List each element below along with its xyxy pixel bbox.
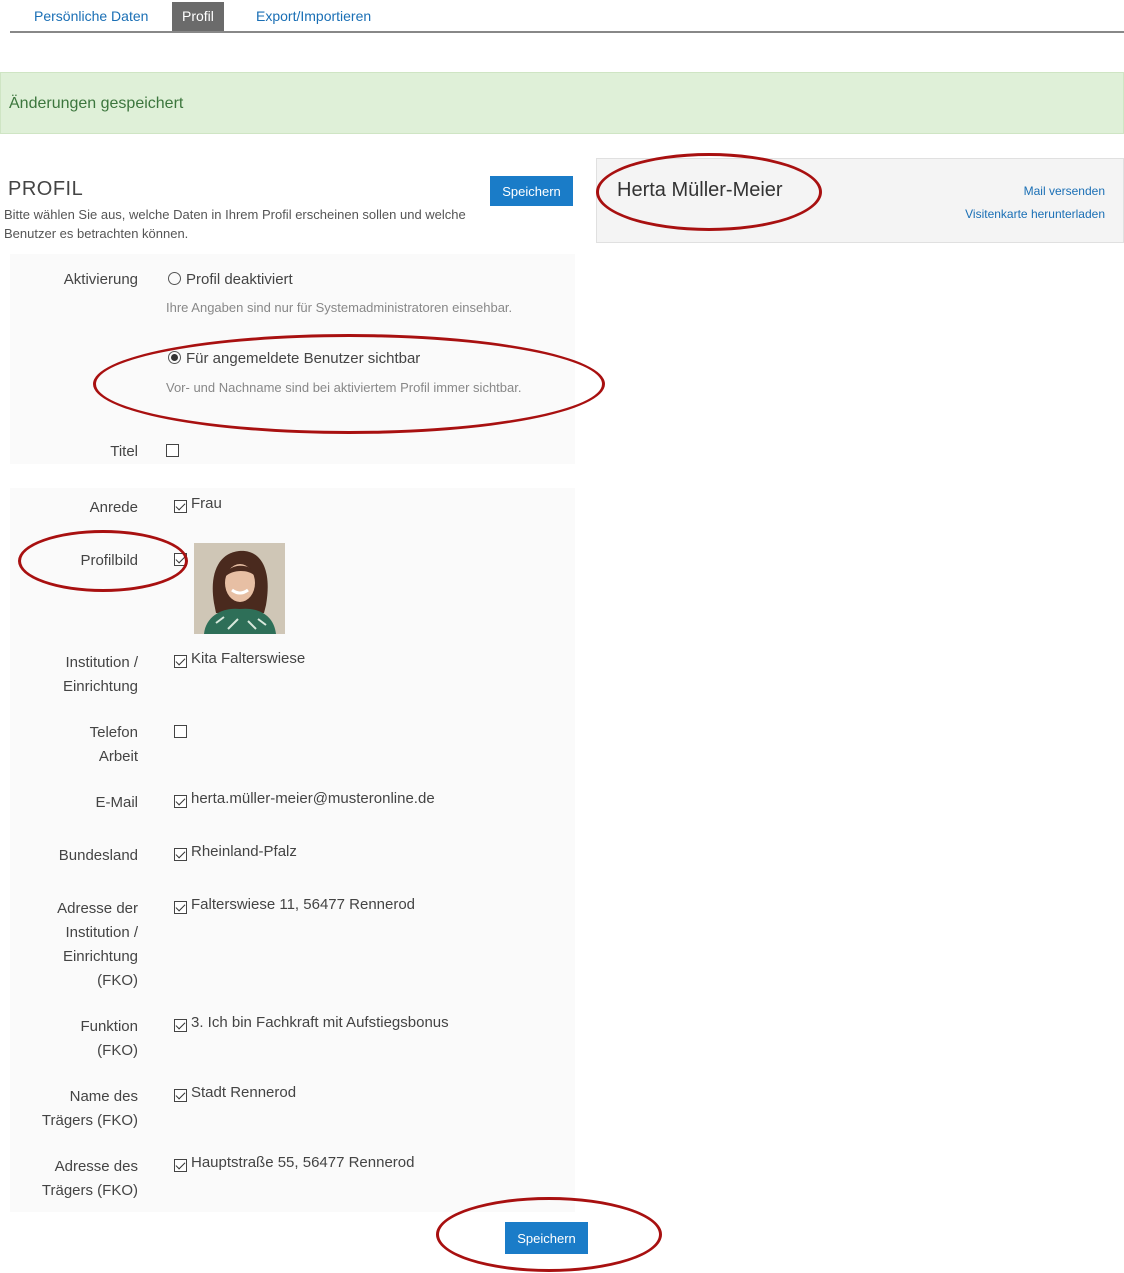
save-button-bottom[interactable]: Speichern — [505, 1222, 588, 1254]
tab-export-importieren[interactable]: Export/Importieren — [246, 2, 381, 31]
checkbox-titel[interactable] — [166, 444, 179, 457]
field-value-institution: Kita Falterswiese — [191, 650, 306, 667]
checkbox-email[interactable] — [174, 795, 187, 808]
field-label-funktion: Funktion (FKO) — [80, 1018, 138, 1059]
checkbox-bundesland[interactable] — [174, 848, 187, 861]
checkbox-traeger-name[interactable] — [174, 1089, 187, 1102]
tab-profil[interactable]: Profil — [172, 2, 224, 31]
checkbox-anrede[interactable] — [174, 500, 187, 513]
field-label-email: E-Mail — [95, 794, 138, 811]
field-value-funktion: 3. Ich bin Fachkraft mit Aufstiegsbonus — [191, 1014, 449, 1031]
checkbox-funktion[interactable] — [174, 1019, 187, 1032]
save-button-top[interactable]: Speichern — [490, 176, 573, 206]
section-title: PROFIL — [8, 178, 84, 200]
field-label-anrede: Anrede — [89, 499, 138, 516]
fields-section: Anrede Frau Profilbild Institution / Einr… — [10, 488, 575, 1212]
field-label-traeger-adresse: Adresse des Trägers (FKO) — [41, 1158, 138, 1199]
checkbox-profilbild[interactable] — [174, 553, 187, 566]
success-alert: Änderungen gespeichert — [0, 72, 1124, 134]
field-label-institution: Institution / Einrichtung — [62, 654, 138, 695]
section-description: Bitte wählen Sie aus, welche Daten in Ih… — [4, 207, 466, 241]
field-value-adresse-institution: Falterswiese 11, 56477 Rennerod — [191, 896, 416, 913]
field-value-traeger-adresse: Hauptstraße 55, 56477 Rennerod — [191, 1154, 415, 1171]
profile-name: Herta Müller-Meier — [617, 179, 783, 201]
tab-persoenliche-daten[interactable]: Persönliche Daten — [24, 2, 158, 31]
radio-selected-icon — [168, 351, 181, 364]
checkbox-telefon[interactable] — [174, 725, 187, 738]
field-value-anrede: Frau — [191, 495, 222, 512]
radio-visible-help: Vor- und Nachname sind bei aktiviertem P… — [166, 380, 522, 395]
tab-bar: Persönliche Daten Profil Export/Importie… — [10, 0, 1124, 33]
send-mail-link[interactable]: Mail versenden — [1024, 184, 1105, 198]
field-value-bundesland: Rheinland-Pfalz — [191, 843, 297, 860]
radio-disabled-help: Ihre Angaben sind nur für Systemadminist… — [166, 300, 513, 315]
radio-profile-disabled[interactable]: Profil deaktiviert — [168, 270, 293, 290]
field-label-adresse-institution: Adresse der Institution / Einrichtung (F… — [57, 900, 138, 989]
checkbox-adresse-institution[interactable] — [174, 901, 187, 914]
activation-section: Aktivierung Profil deaktiviert Ihre Anga… — [10, 254, 575, 464]
download-vcard-link[interactable]: Visitenkarte herunterladen — [965, 207, 1105, 221]
field-label-traeger-name: Name des Trägers (FKO) — [41, 1088, 138, 1129]
radio-profile-visible[interactable]: Für angemeldete Benutzer sichtbar — [168, 349, 420, 369]
activation-label: Aktivierung — [63, 271, 138, 288]
field-label-titel: Titel — [110, 443, 138, 460]
field-label-telefon: Telefon Arbeit — [89, 724, 138, 765]
profile-photo — [194, 543, 285, 634]
profile-preview-card: Herta Müller-Meier Mail versenden Visite… — [596, 158, 1124, 243]
field-label-profilbild: Profilbild — [80, 552, 138, 569]
field-value-traeger-name: Stadt Rennerod — [191, 1084, 297, 1101]
checkbox-traeger-adresse[interactable] — [174, 1159, 187, 1172]
field-value-email: herta.müller-meier@musteronline.de — [191, 790, 435, 807]
field-label-bundesland: Bundesland — [58, 847, 138, 864]
checkbox-institution[interactable] — [174, 655, 187, 668]
radio-icon — [168, 272, 181, 285]
